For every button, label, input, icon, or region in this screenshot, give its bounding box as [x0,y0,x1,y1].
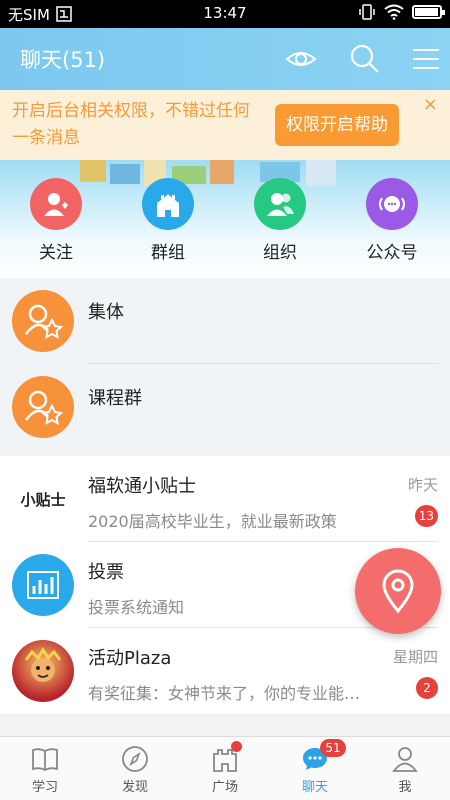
location-fab[interactable] [355,548,441,634]
page-title: 聊天(51) [20,48,106,72]
app-header: 聊天(51) [0,28,450,90]
conversation-name: 课程群 [88,388,142,409]
quick-organization[interactable]: 组织 [235,178,325,263]
nav-me[interactable]: 我 [360,737,450,800]
conversation-name: 集体 [88,302,124,323]
battery-icon [412,5,445,19]
list-item[interactable]: 活动Plaza 有奖征集：女神节来了，你的专业能… 星期四 2 [0,628,450,714]
nav-label: 我 [398,780,412,795]
conversation-name: 投票 [88,562,124,583]
conversation-list: 集体 课程群 小贴士 福软通小贴士 2020届高校毕业生，就业最新政策 昨天 1… [0,278,450,714]
quick-public-account-label: 公众号 [366,243,418,263]
unread-badge: 2 [416,677,438,699]
location-pin-icon [382,569,414,614]
group-icon [142,178,194,230]
menu-icon[interactable] [409,42,443,76]
quick-follow[interactable]: 关注 [11,178,101,263]
nav-plaza[interactable]: 广场 [180,737,270,800]
person-icon [392,747,418,772]
conversation-name: 活动Plaza [88,648,172,669]
permission-notice: 开启后台相关权限，不错过任何一条消息 权限开启帮助 × [0,90,450,160]
list-item[interactable]: 小贴士 福软通小贴士 2020届高校毕业生，就业最新政策 昨天 13 [0,456,450,542]
nav-chat[interactable]: 51 聊天 [270,737,360,800]
quick-public-account[interactable]: 公众号 [347,178,437,263]
list-item[interactable]: 集体 [0,278,450,364]
notification-dot [231,741,242,752]
conversation-time: 星期四 [392,648,438,666]
follow-icon [30,178,82,230]
nav-label: 广场 [211,780,238,795]
nav-label: 聊天 [301,780,328,795]
search-icon[interactable] [348,42,382,76]
unread-badge: 13 [414,505,438,527]
nav-label: 发现 [121,780,148,795]
public-account-icon [366,178,418,230]
nav-study[interactable]: 学习 [0,737,90,800]
conversation-name: 福软通小贴士 [88,476,196,497]
nav-unread-badge: 51 [320,739,346,757]
group-avatar [12,376,74,438]
compass-icon [122,746,148,772]
quick-follow-label: 关注 [39,243,73,263]
close-icon[interactable]: × [423,94,438,115]
conversation-preview: 投票系统通知 [88,598,185,617]
eye-icon[interactable] [284,42,318,76]
tips-avatar: 小贴士 [12,468,74,530]
organization-icon [254,178,306,230]
quick-actions-banner: 关注 群组 组织 公众号 [0,160,450,278]
conversation-preview: 2020届高校毕业生，就业最新政策 [88,512,337,531]
status-bar: 无SIM 13:47 [0,0,450,28]
city-illustration [80,160,336,186]
group-avatar [12,290,74,352]
bottom-nav: 学习 发现 广场 51 聊天 我 [0,736,450,800]
nav-discover[interactable]: 发现 [90,737,180,800]
quick-organization-label: 组织 [263,243,297,263]
quick-group[interactable]: 群组 [123,178,213,263]
conversation-time: 昨天 [407,476,438,494]
quick-group-label: 群组 [151,243,185,263]
vibrate-icon [359,4,375,20]
permission-help-button[interactable]: 权限开启帮助 [275,104,399,146]
notice-text: 开启后台相关权限，不错过任何一条消息 [12,101,250,148]
conversation-preview: 有奖征集：女神节来了，你的专业能… [88,684,361,703]
book-icon [32,748,58,772]
plaza-avatar [12,640,74,702]
vote-avatar [12,554,74,616]
list-item[interactable]: 课程群 [0,364,450,450]
wifi-icon [384,4,404,20]
nav-label: 学习 [31,780,58,795]
